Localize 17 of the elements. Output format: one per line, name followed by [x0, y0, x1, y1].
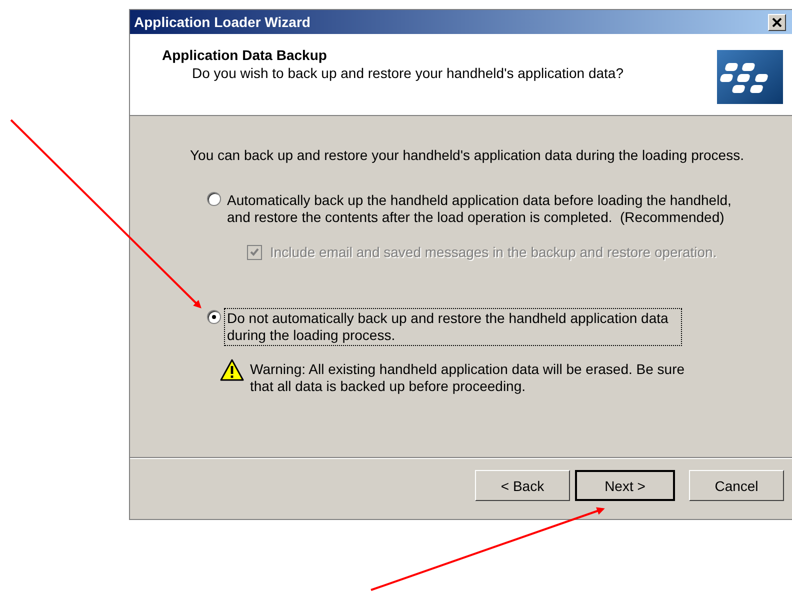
- logo-icon: [717, 50, 783, 104]
- option-label[interactable]: Automatically back up the handheld application data before loading the handheld, and restore the contents after the load operation is completed. (Recommended): [224, 190, 760, 228]
- close-icon: [772, 18, 782, 26]
- wizard-button[interactable]: Next >: [575, 470, 675, 501]
- intro-text: You can back up and restore your handheld's application data during the loading process.: [190, 147, 745, 163]
- option-label[interactable]: Do not automatically back up and restore the handheld application data during the loading process.: [224, 308, 682, 346]
- radio-button[interactable]: [207, 310, 221, 324]
- close-button[interactable]: [768, 14, 786, 30]
- wizard-button[interactable]: < Back: [475, 470, 570, 501]
- wizard-button[interactable]: Cancel: [689, 470, 784, 501]
- warning-text: Warning: All existing handheld application data will be erased. Be sure that all data is backed up before proceeding.: [250, 361, 686, 395]
- page-title: Application Data Backup: [162, 46, 328, 62]
- page-subtitle: Do you wish to back up and restore your handheld's application data?: [191, 64, 624, 80]
- checkmark-icon: [250, 248, 259, 256]
- radio-button[interactable]: [207, 192, 221, 206]
- window-title: Application Loader Wizard: [134, 14, 310, 30]
- warning-icon: [220, 359, 244, 381]
